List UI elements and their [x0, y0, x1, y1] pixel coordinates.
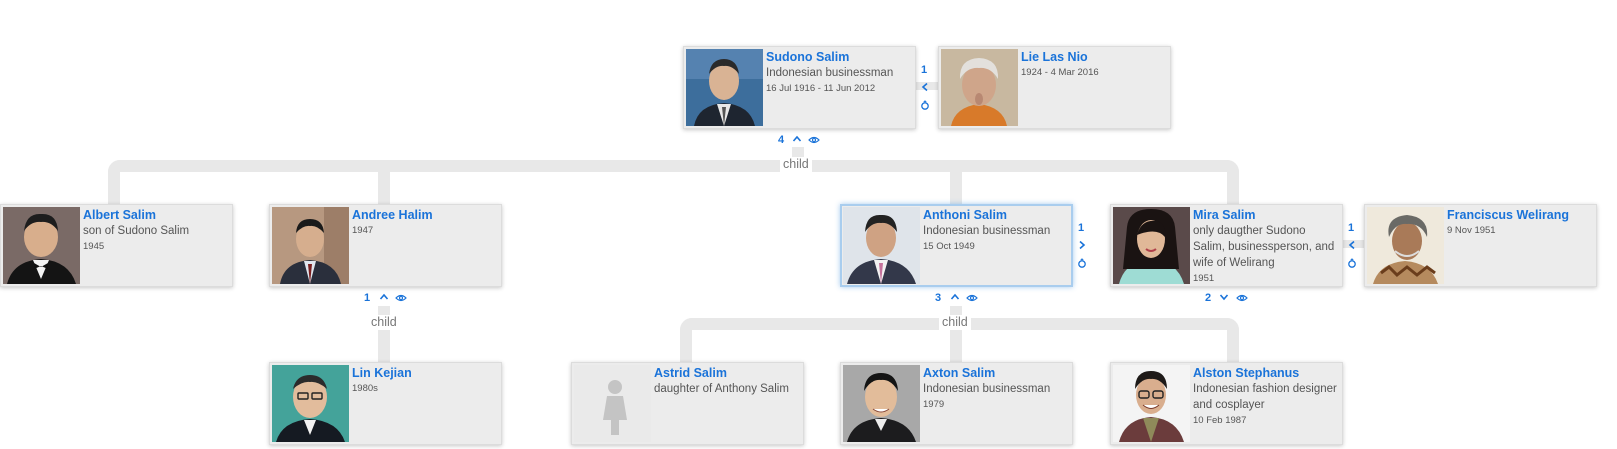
person-dates: 1945: [83, 241, 105, 252]
person-photo: [843, 365, 920, 442]
person-description: Indonesian fashion designer and cosplaye…: [1193, 383, 1337, 411]
person-dates: 1980s: [352, 383, 378, 394]
family-tree-canvas[interactable]: child child child Sudono Salim Indonesia…: [0, 0, 1617, 449]
person-card-andree-halim[interactable]: Andree Halim 1947: [269, 204, 502, 287]
ring-icon[interactable]: [920, 100, 930, 110]
person-dates: 10 Feb 1987: [1193, 415, 1247, 426]
person-card-mira-salim[interactable]: Mira Salim only daugther Sudono Salim, b…: [1110, 204, 1343, 287]
spouse-count: 1: [921, 64, 928, 76]
person-photo: [3, 207, 80, 284]
person-dates: 1951: [1193, 273, 1215, 284]
person-photo: [1113, 365, 1190, 442]
spouse-count: 1: [1348, 222, 1355, 234]
chevron-right-icon[interactable]: [1077, 240, 1087, 250]
person-description: Indonesian businessman: [923, 383, 1051, 395]
chevron-up-icon[interactable]: [792, 134, 802, 144]
children-count: 3: [935, 292, 942, 304]
person-dates: 1947: [352, 225, 374, 236]
eye-icon[interactable]: [808, 135, 820, 145]
person-name[interactable]: Astrid Salim: [654, 365, 799, 381]
children-count: 4: [778, 134, 785, 146]
person-name[interactable]: Mira Salim: [1193, 207, 1338, 223]
connector: [108, 184, 120, 204]
connector: [950, 172, 962, 204]
connector: [1227, 342, 1239, 362]
connector: [1215, 318, 1239, 342]
person-dates: 15 Oct 1949: [923, 241, 975, 252]
person-card-anthoni-salim[interactable]: Anthoni Salim Indonesian businessman 15 …: [840, 204, 1073, 287]
person-card-franciscus-welirang[interactable]: Franciscus Welirang 9 Nov 1951: [1364, 204, 1597, 287]
person-name[interactable]: Axton Salim: [923, 365, 1068, 381]
person-card-lie-las-nio[interactable]: Lie Las Nio 1924 - 4 Mar 2016: [938, 46, 1171, 129]
person-description: daughter of Anthony Salim: [654, 383, 789, 395]
children-count: 1: [364, 292, 371, 304]
person-description: only daugther Sudono Salim, businesspers…: [1193, 225, 1335, 269]
person-card-lin-kejian[interactable]: Lin Kejian 1980s: [269, 362, 502, 445]
connector: [132, 160, 1215, 172]
chevron-down-icon[interactable]: [1219, 292, 1229, 302]
chevron-left-icon[interactable]: [920, 82, 930, 92]
person-name[interactable]: Lin Kejian: [352, 365, 497, 381]
person-dates: 16 Jul 1916 - 11 Jun 2012: [766, 83, 876, 94]
person-photo: [686, 49, 763, 126]
connector: [378, 172, 390, 204]
person-name[interactable]: Sudono Salim: [766, 49, 911, 65]
person-card-albert-salim[interactable]: Albert Salim son of Sudono Salim 1945: [0, 204, 233, 287]
person-card-sudono-salim[interactable]: Sudono Salim Indonesian businessman 16 J…: [683, 46, 916, 129]
connector: [680, 342, 692, 362]
eye-icon[interactable]: [966, 293, 978, 303]
child-label: child: [939, 315, 971, 330]
person-photo: [1113, 207, 1190, 284]
children-count: 2: [1205, 292, 1212, 304]
person-dates: 1979: [923, 399, 945, 410]
child-label: child: [780, 157, 812, 172]
connector: [1227, 184, 1239, 204]
chevron-up-icon[interactable]: [950, 292, 960, 302]
child-label: child: [368, 315, 400, 330]
chevron-up-icon[interactable]: [379, 292, 389, 302]
person-card-alston-stephanus[interactable]: Alston Stephanus Indonesian fashion desi…: [1110, 362, 1343, 445]
person-description: Indonesian businessman: [766, 67, 894, 79]
ring-icon[interactable]: [1347, 258, 1357, 268]
chevron-left-icon[interactable]: [1347, 240, 1357, 250]
person-name[interactable]: Anthoni Salim: [923, 207, 1067, 223]
person-photo: [1367, 207, 1444, 284]
ring-icon[interactable]: [1077, 258, 1087, 268]
person-name[interactable]: Andree Halim: [352, 207, 497, 223]
person-photo: [843, 207, 920, 284]
eye-icon[interactable]: [1236, 293, 1248, 303]
person-dates: 1924 - 4 Mar 2016: [1021, 67, 1099, 78]
female-silhouette-icon: [574, 365, 651, 442]
person-description: son of Sudono Salim: [83, 225, 190, 237]
person-name[interactable]: Franciscus Welirang: [1447, 207, 1592, 223]
person-photo: [272, 207, 349, 284]
person-name[interactable]: Lie Las Nio: [1021, 49, 1166, 65]
spouse-count: 1: [1078, 222, 1085, 234]
person-name[interactable]: Albert Salim: [83, 207, 228, 223]
connector: [950, 330, 962, 362]
person-photo: [272, 365, 349, 442]
person-name[interactable]: Alston Stephanus: [1193, 365, 1338, 381]
connector: [108, 160, 132, 184]
person-description: Indonesian businessman: [923, 225, 1051, 237]
eye-icon[interactable]: [395, 293, 407, 303]
connector: [680, 318, 704, 342]
person-dates: 9 Nov 1951: [1447, 225, 1496, 236]
person-card-axton-salim[interactable]: Axton Salim Indonesian businessman 1979: [840, 362, 1073, 445]
connector: [1215, 160, 1239, 184]
person-photo: [941, 49, 1018, 126]
person-card-astrid-salim[interactable]: Astrid Salim daughter of Anthony Salim: [571, 362, 804, 445]
